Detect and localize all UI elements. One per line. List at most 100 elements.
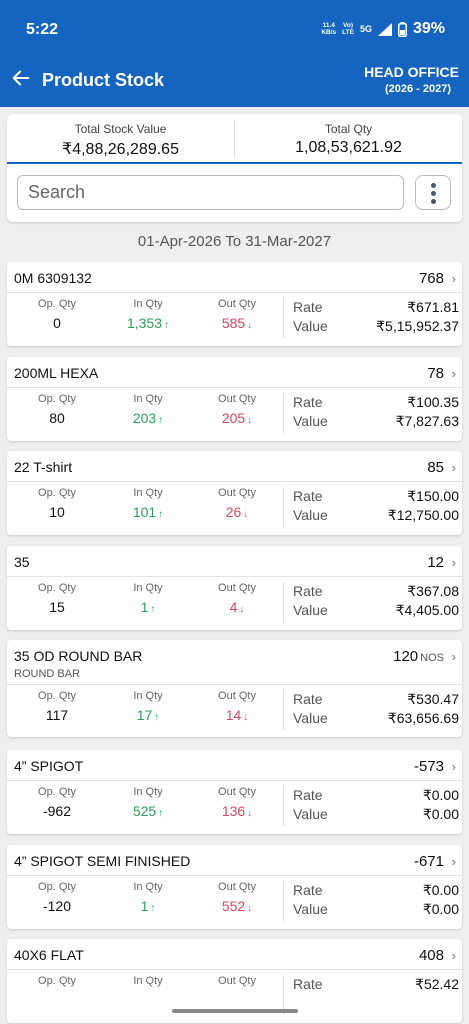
volte-icon: Vo) LTE xyxy=(342,22,354,36)
chevron-right-icon: › xyxy=(451,759,456,774)
arrow-left-icon[interactable] xyxy=(10,67,32,89)
rate-value: ₹530.47 xyxy=(407,691,459,707)
out-qty-value: 136 xyxy=(221,803,246,819)
financial-year: (2026 - 2027) xyxy=(384,83,451,95)
in-qty-value: 203 xyxy=(132,410,157,426)
product-card[interactable]: 4” SPIGOT SEMI FINISHED -671 › Op. Qty -120 I… xyxy=(7,845,462,929)
signal-icon xyxy=(377,22,392,36)
op-qty: Op. Qty xyxy=(38,975,76,987)
arrow-down-icon: ↓ xyxy=(243,509,249,520)
out-qty: Out Qty 136 ↓ xyxy=(218,786,256,819)
app-bar: Product Stock HEAD OFFICE (2026 - 2027) xyxy=(0,54,469,107)
out-qty-value: 205 xyxy=(221,410,246,426)
value-amount: ₹0.00 xyxy=(422,901,459,917)
stock-count: -573 xyxy=(413,758,444,775)
in-qty-value: 101 xyxy=(132,504,157,520)
op-qty: Op. Qty 117 xyxy=(12,690,102,723)
op-qty-value: 117 xyxy=(45,707,69,723)
rate-row: Rate ₹530.47 xyxy=(293,691,459,707)
out-qty: Out Qty 585 ↓ xyxy=(218,298,256,331)
arrow-up-icon: ↑ xyxy=(158,509,164,520)
in-qty-value: 525 xyxy=(132,803,157,819)
op-qty-value: -962 xyxy=(42,803,72,819)
status-time: 5:22 xyxy=(26,21,59,38)
rate-value: ₹671.81 xyxy=(407,299,459,315)
out-qty-value: 552 xyxy=(221,898,246,914)
arrow-up-icon: ↑ xyxy=(150,903,156,914)
op-qty: Op. Qty -962 xyxy=(12,786,102,819)
rate-value: ₹0.00 xyxy=(422,787,459,803)
rate-value: ₹150.00 xyxy=(407,488,459,504)
card-divider xyxy=(7,684,462,685)
qty-stats: Op. Qty -120 In Qty 1 ↑ Out Qty 552 ↓ Rate ₹0.00 V… xyxy=(7,881,462,925)
home-indicator[interactable] xyxy=(172,1009,298,1013)
stats-divider xyxy=(283,881,284,921)
rate-row: Rate ₹367.08 xyxy=(293,583,459,599)
rate-row: Rate ₹0.00 xyxy=(293,787,459,803)
chevron-right-icon: › xyxy=(451,649,456,664)
product-card[interactable]: 0M 6309132 768 › Op. Qty 0 In Qty 1,353 ↑ Out Qt… xyxy=(7,262,462,346)
product-name: 22 T-shirt xyxy=(14,459,73,475)
arrow-down-icon: ↓ xyxy=(247,415,253,426)
out-qty: Out Qty↓ xyxy=(218,975,256,987)
out-qty: Out Qty 205 ↓ xyxy=(218,393,256,426)
op-qty-value: -120 xyxy=(42,898,72,914)
search-input[interactable] xyxy=(18,176,403,209)
product-category: ROUND BAR xyxy=(14,668,81,680)
product-name: 35 OD ROUND BAR xyxy=(14,648,143,664)
more-options-button[interactable] xyxy=(415,175,451,210)
search-field[interactable] xyxy=(17,175,404,210)
value-row: Value ₹63,656.69 xyxy=(293,710,459,726)
date-range[interactable]: 01-Apr-2026 To 31-Mar-2027 xyxy=(0,233,469,250)
value-amount: ₹4,405.00 xyxy=(395,602,459,618)
arrow-up-icon: ↑ xyxy=(158,808,164,819)
total-qty-amount: 1,08,53,621.92 xyxy=(295,139,402,156)
op-qty: Op. Qty 0 xyxy=(12,298,102,331)
in-qty: In Qty 101 ↑ xyxy=(132,487,164,520)
stock-count: 85 xyxy=(427,459,444,476)
out-qty-value: 14 xyxy=(225,707,242,723)
arrow-up-icon: ↑ xyxy=(150,604,156,615)
product-card[interactable]: 4” SPIGOT -573 › Op. Qty -962 In Qty 525 ↑ Out Q… xyxy=(7,750,462,834)
product-card[interactable]: 35 OD ROUND BAR ROUND BAR 120 NOS › Op. Qty 11… xyxy=(7,640,462,737)
network-speed: 11.4 KB/s xyxy=(321,22,337,36)
card-divider xyxy=(7,292,462,293)
qty-stats: Op. Qty 0 In Qty 1,353 ↑ Out Qty 585 ↓ Rate ₹671.… xyxy=(7,298,462,342)
product-card[interactable]: 35 12 › Op. Qty 15 In Qty 1 ↑ Out Qty 4 ↓ Rate ₹367.… xyxy=(7,546,462,630)
arrow-up-icon: ↑ xyxy=(164,320,170,331)
out-qty: Out Qty 4 ↓ xyxy=(218,582,256,615)
arrow-down-icon: ↓ xyxy=(239,604,245,615)
page-title: Product Stock xyxy=(42,70,165,90)
stock-count: 768 xyxy=(418,270,444,287)
in-qty: In Qty 17 ↑ xyxy=(133,690,163,723)
chevron-right-icon: › xyxy=(451,271,456,286)
card-divider xyxy=(7,780,462,781)
value-row: Value ₹0.00 xyxy=(293,901,459,917)
office-name[interactable]: HEAD OFFICE xyxy=(364,64,459,80)
stock-count: 408 xyxy=(418,947,444,964)
card-divider xyxy=(7,387,462,388)
value-row: Value ₹0.00 xyxy=(293,806,459,822)
qty-stats: Op. Qty 10 In Qty 101 ↑ Out Qty 26 ↓ Rate ₹150.00… xyxy=(7,487,462,531)
stock-unit: NOS xyxy=(420,652,444,664)
out-qty: Out Qty 14 ↓ xyxy=(218,690,256,723)
rate-row: Rate ₹671.81 xyxy=(293,299,459,315)
stock-summary-card: Total Stock Value ₹4,88,26,289.65 Total … xyxy=(7,114,462,222)
op-qty-value: 0 xyxy=(53,315,61,331)
out-qty-value: 4 xyxy=(229,599,238,615)
total-stock-value-amount: ₹4,88,26,289.65 xyxy=(62,141,179,158)
qty-stats: Op. Qty 80 In Qty 203 ↑ Out Qty 205 ↓ Rate ₹100.3… xyxy=(7,393,462,437)
card-divider xyxy=(7,969,462,970)
stock-count: 120 NOS xyxy=(393,648,444,665)
product-card[interactable]: 200ML HEXA 78 › Op. Qty 80 In Qty 203 ↑ Out Qty 2… xyxy=(7,357,462,441)
value-amount: ₹0.00 xyxy=(422,806,459,822)
stats-divider xyxy=(283,582,284,622)
rate-value: ₹100.35 xyxy=(407,394,459,410)
value-row: Value ₹5,15,952.37 xyxy=(293,318,459,334)
network-type: 5G xyxy=(359,24,372,34)
product-card[interactable]: 22 T-shirt 85 › Op. Qty 10 In Qty 101 ↑ Out Qty 2… xyxy=(7,451,462,535)
in-qty: In Qty 1 ↑ xyxy=(133,582,163,615)
status-icons: 11.4 KB/s Vo) LTE 5G 39% xyxy=(321,20,445,38)
chevron-right-icon: › xyxy=(451,460,456,475)
out-qty-value: 26 xyxy=(225,504,242,520)
